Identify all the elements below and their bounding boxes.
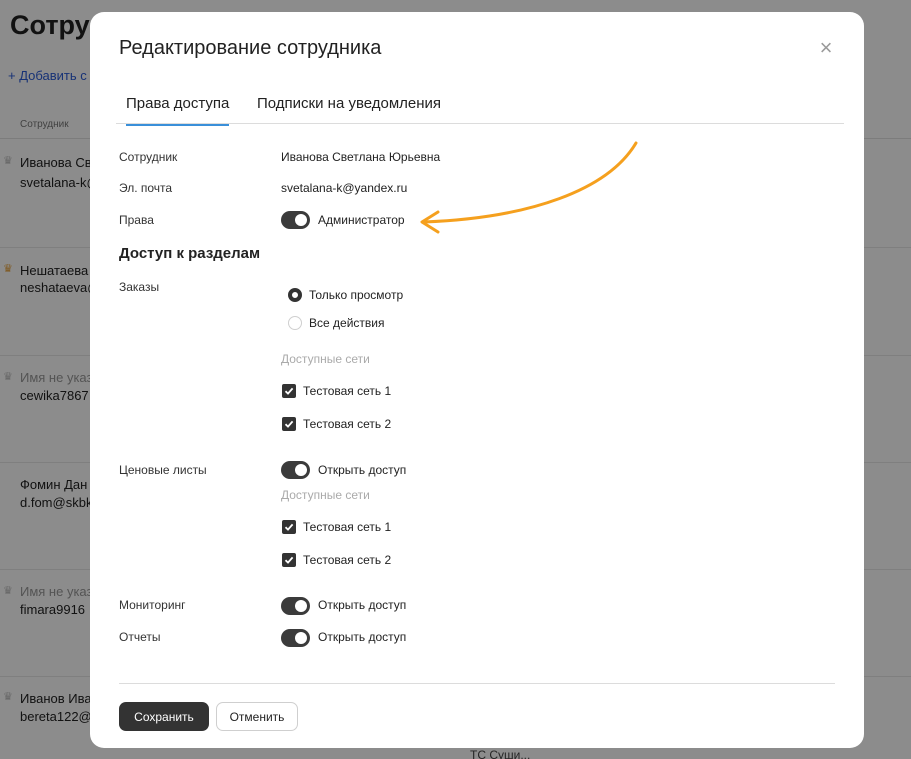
checkbox-orders-network-2-label: Тестовая сеть 2	[303, 417, 392, 431]
tab-access-rights[interactable]: Права доступа	[126, 95, 230, 126]
save-button[interactable]: Сохранить	[119, 702, 209, 731]
price-lists-toggle[interactable]	[281, 461, 310, 479]
reports-label: Отчеты	[119, 630, 161, 644]
edit-employee-dialog: Редактирование сотрудника × Права доступ…	[90, 12, 864, 748]
price-lists-networks-label: Доступные сети	[281, 488, 370, 502]
monitoring-label: Мониторинг	[119, 598, 186, 612]
employee-label: Сотрудник	[119, 150, 178, 164]
footer-divider	[119, 683, 835, 684]
close-icon[interactable]: ×	[816, 37, 836, 59]
email-label: Эл. почта	[119, 181, 173, 195]
reports-toggle[interactable]	[281, 629, 310, 647]
checkbox-price-network-1-label: Тестовая сеть 1	[303, 520, 392, 534]
dialog-tabs: Права доступа Подписки на уведомления	[116, 92, 844, 126]
cancel-button[interactable]: Отменить	[216, 702, 298, 731]
orders-networks-label: Доступные сети	[281, 352, 370, 366]
email-value: svetalana-k@yandex.ru	[281, 181, 408, 195]
checkbox-price-network-1[interactable]	[282, 520, 296, 534]
checkmark-icon	[284, 387, 294, 395]
checkmark-icon	[284, 523, 294, 531]
checkbox-orders-network-2[interactable]	[282, 417, 296, 431]
checkmark-icon	[284, 420, 294, 428]
checkbox-orders-network-1[interactable]	[282, 384, 296, 398]
reports-toggle-label: Открыть доступ	[318, 630, 407, 644]
rights-label: Права	[119, 213, 154, 227]
admin-toggle-label: Администратор	[318, 213, 405, 227]
dialog-title: Редактирование сотрудника	[119, 37, 382, 59]
price-lists-label: Ценовые листы	[119, 463, 207, 477]
admin-toggle[interactable]	[281, 211, 310, 229]
checkbox-price-network-2-label: Тестовая сеть 2	[303, 553, 392, 567]
checkbox-price-network-2[interactable]	[282, 553, 296, 567]
employee-value: Иванова Светлана Юрьевна	[281, 150, 441, 164]
monitoring-toggle[interactable]	[281, 597, 310, 615]
checkbox-orders-network-1-label: Тестовая сеть 1	[303, 384, 392, 398]
monitoring-toggle-label: Открыть доступ	[318, 598, 407, 612]
radio-all-actions-label: Все действия	[309, 316, 385, 330]
checkmark-icon	[284, 556, 294, 564]
radio-view-only-label: Только просмотр	[309, 288, 404, 302]
radio-all-actions[interactable]	[288, 316, 302, 330]
section-access-heading: Доступ к разделам	[119, 245, 261, 262]
price-lists-toggle-label: Открыть доступ	[318, 463, 407, 477]
radio-view-only[interactable]	[288, 288, 302, 302]
tab-notification-subscriptions[interactable]: Подписки на уведомления	[257, 95, 441, 112]
orders-label: Заказы	[119, 280, 160, 294]
